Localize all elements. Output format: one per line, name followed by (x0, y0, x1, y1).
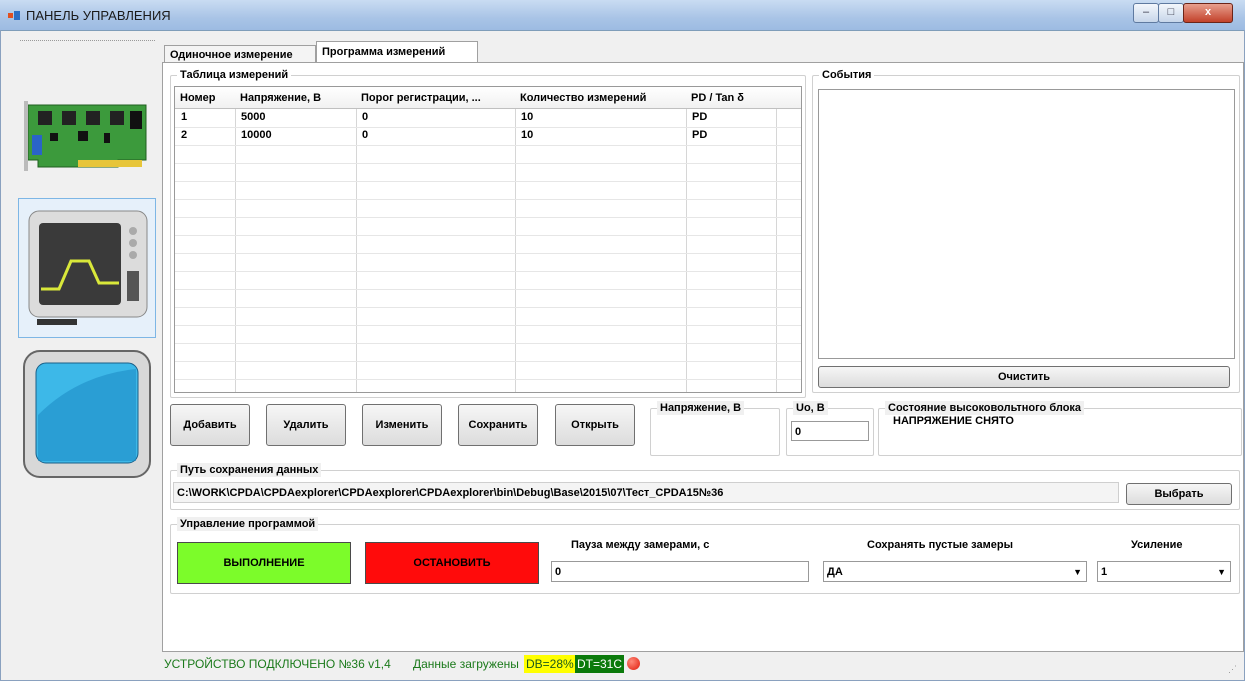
data-loaded-status: Данные загружены (413, 657, 519, 671)
table-cell: 10 (521, 111, 534, 123)
edit-button[interactable]: Изменить (362, 404, 442, 446)
measurements-grid[interactable]: Номер Напряжение, В Порог регистрации, .… (174, 86, 802, 393)
tab-single-measurement[interactable]: Одиночное измерение (164, 45, 316, 63)
program-control-group-title: Управление программой (177, 517, 319, 531)
program-control-group: Управление программой ВЫПОЛНЕНИЕ ОСТАНОВ… (170, 517, 1240, 594)
empty-table-row[interactable] (175, 235, 801, 254)
save-empty-label: Сохранять пустые замеры (867, 539, 1013, 551)
monitor-icon (23, 350, 151, 478)
empty-table-row[interactable] (175, 253, 801, 272)
maximize-button[interactable]: □ (1158, 3, 1184, 23)
voltage-group: Напряжение, В (650, 401, 780, 456)
minimize-button[interactable]: – (1133, 3, 1159, 23)
app-icon (8, 11, 20, 20)
empty-table-row[interactable] (175, 361, 801, 380)
stop-button[interactable]: ОСТАНОВИТЬ (365, 542, 539, 584)
table-cell: PD (692, 129, 708, 141)
tab-measurement-program[interactable]: Программа измерений (316, 41, 478, 63)
device-status: УСТРОЙСТВО ПОДКЛЮЧЕНО №36 v1,4 (164, 657, 391, 671)
measurements-group: Таблица измерений Номер Напряжение, В По… (170, 68, 806, 398)
empty-table-row[interactable] (175, 181, 801, 200)
gain-select[interactable]: 1 ▼ (1097, 561, 1231, 582)
save-path-field[interactable]: C:\WORK\CPDA\CPDAexplorer\CPDAexplorer\C… (173, 482, 1119, 503)
table-cell: 0 (362, 111, 369, 123)
empty-table-row[interactable] (175, 199, 801, 218)
nav-divider (20, 40, 155, 41)
column-header-threshold[interactable]: Порог регистрации, ... (356, 87, 516, 109)
column-header-filler (776, 87, 801, 109)
table-row[interactable]: 2 10000 0 10 PD (175, 127, 801, 146)
column-header-mode[interactable]: PD / Tan δ (686, 87, 777, 109)
empty-table-row[interactable] (175, 145, 801, 164)
uo-field[interactable]: 0 (791, 421, 869, 441)
window-title: ПАНЕЛЬ УПРАВЛЕНИЯ (26, 8, 171, 23)
column-header-voltage[interactable]: Напряжение, В (235, 87, 357, 109)
empty-table-row[interactable] (175, 307, 801, 326)
status-led-icon (627, 657, 640, 670)
voltage-group-title: Напряжение, В (657, 401, 745, 415)
gain-label: Усиление (1131, 539, 1183, 551)
pause-label: Пауза между замерами, с (571, 539, 710, 551)
add-button[interactable]: Добавить (170, 404, 250, 446)
empty-table-row[interactable] (175, 343, 801, 362)
pause-input[interactable]: 0 (551, 561, 809, 582)
title-bar[interactable]: ПАНЕЛЬ УПРАВЛЕНИЯ – □ x (0, 0, 1245, 31)
empty-table-row[interactable] (175, 289, 801, 308)
empty-table-row[interactable] (175, 217, 801, 236)
uo-group: Uo, В 0 (786, 401, 874, 456)
close-button[interactable]: x (1183, 3, 1233, 23)
chevron-down-icon: ▼ (1073, 567, 1082, 577)
run-button[interactable]: ВЫПОЛНЕНИЕ (177, 542, 351, 584)
choose-path-button[interactable]: Выбрать (1126, 483, 1232, 505)
save-button[interactable]: Сохранить (458, 404, 538, 446)
table-row[interactable]: 1 5000 0 10 PD (175, 109, 801, 128)
nav-item-screen[interactable] (18, 345, 156, 485)
table-cell: 2 (181, 129, 188, 141)
db-badge: DB=28% (524, 655, 576, 673)
chevron-down-icon: ▼ (1217, 567, 1226, 577)
column-header-count[interactable]: Количество измерений (515, 87, 687, 109)
open-button[interactable]: Открыть (555, 404, 635, 446)
nav-item-device[interactable] (18, 75, 156, 195)
empty-table-row[interactable] (175, 163, 801, 182)
gain-value: 1 (1101, 566, 1108, 578)
empty-table-row[interactable] (175, 271, 801, 290)
delete-button[interactable]: Удалить (266, 404, 346, 446)
hv-state-group-title: Состояние высоковольтного блока (885, 401, 1085, 415)
uo-group-title: Uo, В (793, 401, 828, 415)
empty-table-row[interactable] (175, 379, 801, 392)
circuit-board-icon (24, 101, 147, 171)
events-group: События (812, 68, 1240, 393)
hv-state-group: Состояние высоковольтного блока НАПРЯЖЕН… (878, 401, 1242, 456)
table-cell: 10 (521, 129, 534, 141)
table-cell: 5000 (241, 111, 266, 123)
column-header-number[interactable]: Номер (175, 87, 236, 109)
events-list[interactable] (818, 89, 1235, 359)
status-bar: УСТРОЙСТВО ПОДКЛЮЧЕНО №36 v1,4 Данные за… (162, 654, 1242, 674)
measurements-group-title: Таблица измерений (177, 68, 292, 82)
oscilloscope-icon (28, 210, 148, 325)
save-empty-select[interactable]: ДА ▼ (823, 561, 1087, 582)
resize-grip-icon[interactable]: ⋰ (1228, 664, 1237, 675)
clear-events-button[interactable]: Очистить (818, 366, 1230, 388)
dt-badge: DT=31C (575, 655, 625, 673)
save-empty-value: ДА (827, 566, 843, 578)
table-cell: 0 (362, 129, 369, 141)
save-path-group-title: Путь сохранения данных (177, 463, 322, 477)
empty-table-row[interactable] (175, 325, 801, 344)
hv-state-value: НАПРЯЖЕНИЕ СНЯТО (893, 415, 1014, 427)
table-cell: 1 (181, 111, 188, 123)
events-group-title: События (819, 68, 875, 82)
nav-item-program[interactable] (18, 198, 156, 338)
table-cell: PD (692, 111, 708, 123)
table-cell: 10000 (241, 129, 272, 141)
save-path-group: Путь сохранения данных C:\WORK\CPDA\CPDA… (170, 463, 1240, 510)
